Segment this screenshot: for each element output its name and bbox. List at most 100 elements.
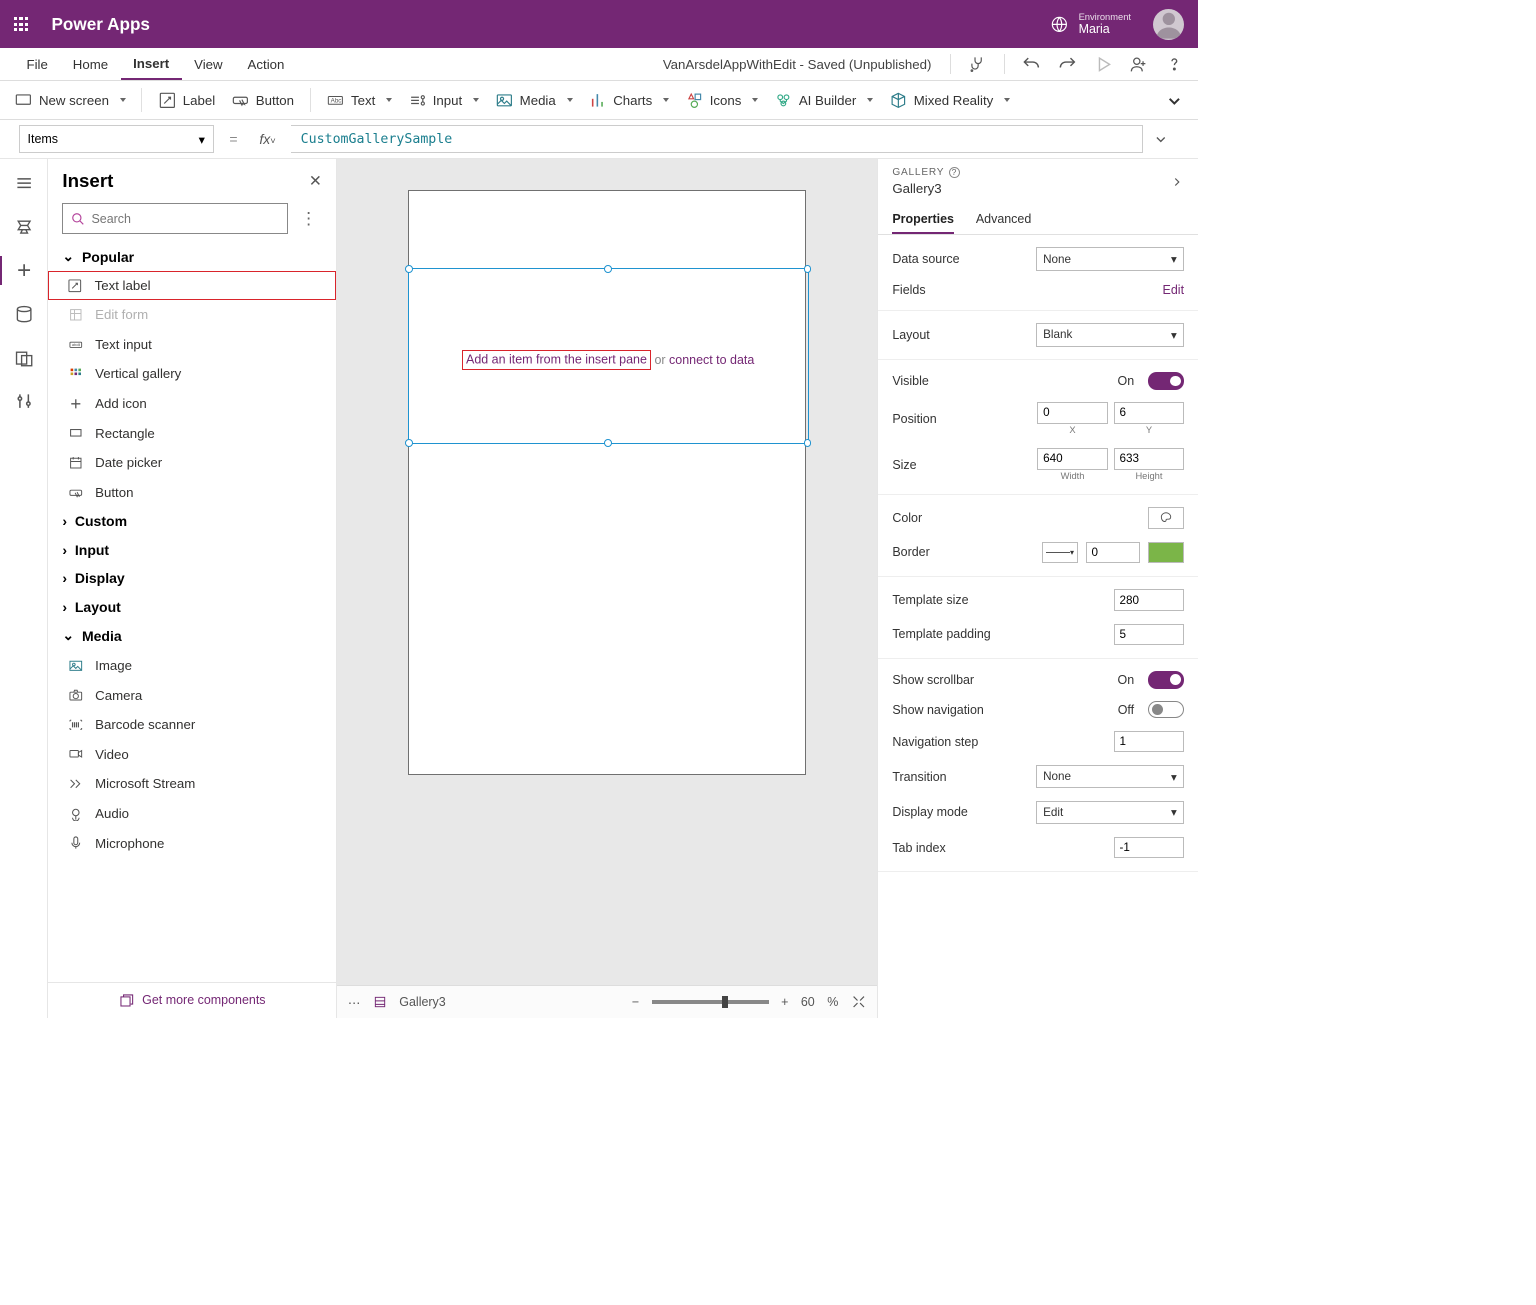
rail-tree-icon[interactable] (14, 217, 34, 237)
user-avatar[interactable] (1153, 9, 1184, 40)
insert-item-button[interactable]: Button (48, 478, 336, 508)
menu-file[interactable]: File (14, 48, 60, 80)
border-color-swatch[interactable] (1148, 542, 1184, 564)
border-style-select[interactable]: ▾ (1042, 542, 1078, 564)
rail-tools-icon[interactable] (14, 391, 34, 411)
resize-handle[interactable] (405, 265, 413, 273)
border-width-input[interactable] (1086, 542, 1141, 564)
resize-handle[interactable] (604, 265, 612, 273)
footer-more-icon[interactable]: ⋯ (348, 995, 360, 1010)
height-input[interactable] (1114, 448, 1184, 470)
app-launcher-icon[interactable] (14, 17, 28, 31)
help-icon[interactable] (1165, 55, 1184, 74)
ribbon-expand-icon[interactable] (1165, 91, 1184, 110)
button-button[interactable]: Button (231, 91, 294, 110)
rail-media-icon[interactable] (14, 348, 34, 368)
input-dropdown[interactable]: Input (408, 91, 479, 110)
menu-view[interactable]: View (182, 48, 235, 80)
insert-item-microsoft-stream[interactable]: Microsoft Stream (48, 769, 336, 799)
layout-select[interactable]: Blank▾ (1036, 323, 1184, 346)
menu-home[interactable]: Home (60, 48, 120, 80)
insert-group-media[interactable]: ⌄Media (48, 621, 336, 650)
insert-group-layout[interactable]: ›Layout (48, 593, 336, 621)
insert-item-date-picker[interactable]: Date picker (48, 448, 336, 478)
add-item-link[interactable]: Add an item from the insert pane (462, 350, 651, 369)
insert-group-display[interactable]: ›Display (48, 564, 336, 592)
undo-icon[interactable] (1022, 55, 1041, 74)
resize-handle[interactable] (804, 265, 812, 273)
position-y-input[interactable] (1114, 402, 1184, 424)
zoom-in-icon[interactable]: + (781, 995, 788, 1009)
media-dropdown[interactable]: Media (495, 91, 573, 110)
rail-hamburger-icon[interactable] (14, 173, 34, 193)
label-button[interactable]: Label (158, 91, 215, 110)
get-more-components[interactable]: Get more components (48, 982, 336, 1018)
search-box[interactable] (62, 203, 287, 234)
search-input[interactable] (91, 212, 278, 226)
environment-picker[interactable]: Environment Maria (1050, 12, 1131, 36)
tab-index-input[interactable] (1114, 837, 1184, 859)
template-size-input[interactable] (1114, 589, 1184, 611)
insert-item-vertical-gallery[interactable]: Vertical gallery (48, 359, 336, 389)
insert-item-image[interactable]: Image (48, 651, 336, 681)
app-checker-icon[interactable] (968, 55, 987, 74)
resize-handle[interactable] (405, 439, 413, 447)
share-icon[interactable] (1129, 55, 1148, 74)
formula-input[interactable]: CustomGallerySample (291, 125, 1143, 153)
insert-group-popular[interactable]: ⌄Popular (48, 242, 336, 271)
selected-element-name[interactable]: Gallery3 (399, 995, 445, 1009)
insert-group-input[interactable]: ›Input (48, 536, 336, 564)
data-source-select[interactable]: None▾ (1036, 247, 1184, 270)
insert-item-microphone[interactable]: Microphone (48, 828, 336, 858)
mixed-reality-dropdown[interactable]: Mixed Reality (889, 91, 1010, 110)
zoom-out-icon[interactable]: − (632, 995, 639, 1009)
text-dropdown[interactable]: AbcText (326, 91, 392, 110)
template-padding-input[interactable] (1114, 624, 1184, 646)
redo-icon[interactable] (1058, 55, 1077, 74)
icons-dropdown[interactable]: Icons (685, 91, 759, 110)
insert-item-text-label[interactable]: Text label (48, 271, 336, 300)
fit-screen-icon[interactable] (851, 994, 867, 1010)
insert-item-video[interactable]: Video (48, 739, 336, 769)
transition-select[interactable]: None▾ (1036, 765, 1184, 788)
fields-edit-link[interactable]: Edit (1163, 283, 1185, 297)
width-input[interactable] (1037, 448, 1107, 470)
insert-item-add-icon[interactable]: Add icon (48, 389, 336, 419)
new-screen-button[interactable]: New screen (14, 91, 126, 110)
insert-group-custom[interactable]: ›Custom (48, 507, 336, 535)
canvas-stage[interactable]: Add an item from the insert pane or conn… (337, 159, 877, 985)
insert-item-rectangle[interactable]: Rectangle (48, 418, 336, 448)
rail-insert-icon[interactable] (14, 260, 34, 280)
tab-properties[interactable]: Properties (892, 205, 954, 233)
ai-builder-dropdown[interactable]: AI Builder (774, 91, 873, 110)
play-icon[interactable] (1094, 55, 1113, 74)
resize-handle[interactable] (604, 439, 612, 447)
rail-data-icon[interactable] (14, 304, 34, 324)
insert-item-camera[interactable]: Camera (48, 680, 336, 710)
zoom-slider[interactable] (652, 1000, 769, 1003)
property-selector[interactable]: Items▾ (19, 125, 214, 153)
insert-item-barcode-scanner[interactable]: Barcode scanner (48, 710, 336, 740)
color-swatch[interactable] (1148, 507, 1184, 529)
tab-advanced[interactable]: Advanced (976, 205, 1031, 233)
insert-item-text-input[interactable]: abcText input (48, 330, 336, 360)
display-mode-select[interactable]: Edit▾ (1036, 801, 1184, 824)
menu-action[interactable]: Action (235, 48, 297, 80)
info-icon[interactable]: ? (949, 167, 960, 178)
menu-insert[interactable]: Insert (121, 48, 182, 80)
shownav-toggle[interactable] (1148, 701, 1184, 718)
connect-data-link[interactable]: connect to data (669, 353, 754, 367)
insert-item-audio[interactable]: Audio (48, 799, 336, 829)
close-pane-icon[interactable]: ✕ (309, 172, 322, 191)
screen-preview[interactable]: Add an item from the insert pane or conn… (408, 190, 806, 775)
scrollbar-toggle[interactable] (1148, 671, 1184, 688)
more-options-icon[interactable]: ⋮ (295, 208, 322, 229)
position-x-input[interactable] (1037, 402, 1107, 424)
charts-dropdown[interactable]: Charts (588, 91, 669, 110)
visible-toggle[interactable] (1148, 372, 1184, 389)
resize-handle[interactable] (804, 439, 812, 447)
collapse-pane-icon[interactable] (1170, 175, 1184, 189)
expand-formula-icon[interactable] (1153, 131, 1180, 147)
nav-step-input[interactable] (1114, 731, 1184, 753)
gallery-selection[interactable]: Add an item from the insert pane or conn… (408, 268, 809, 444)
